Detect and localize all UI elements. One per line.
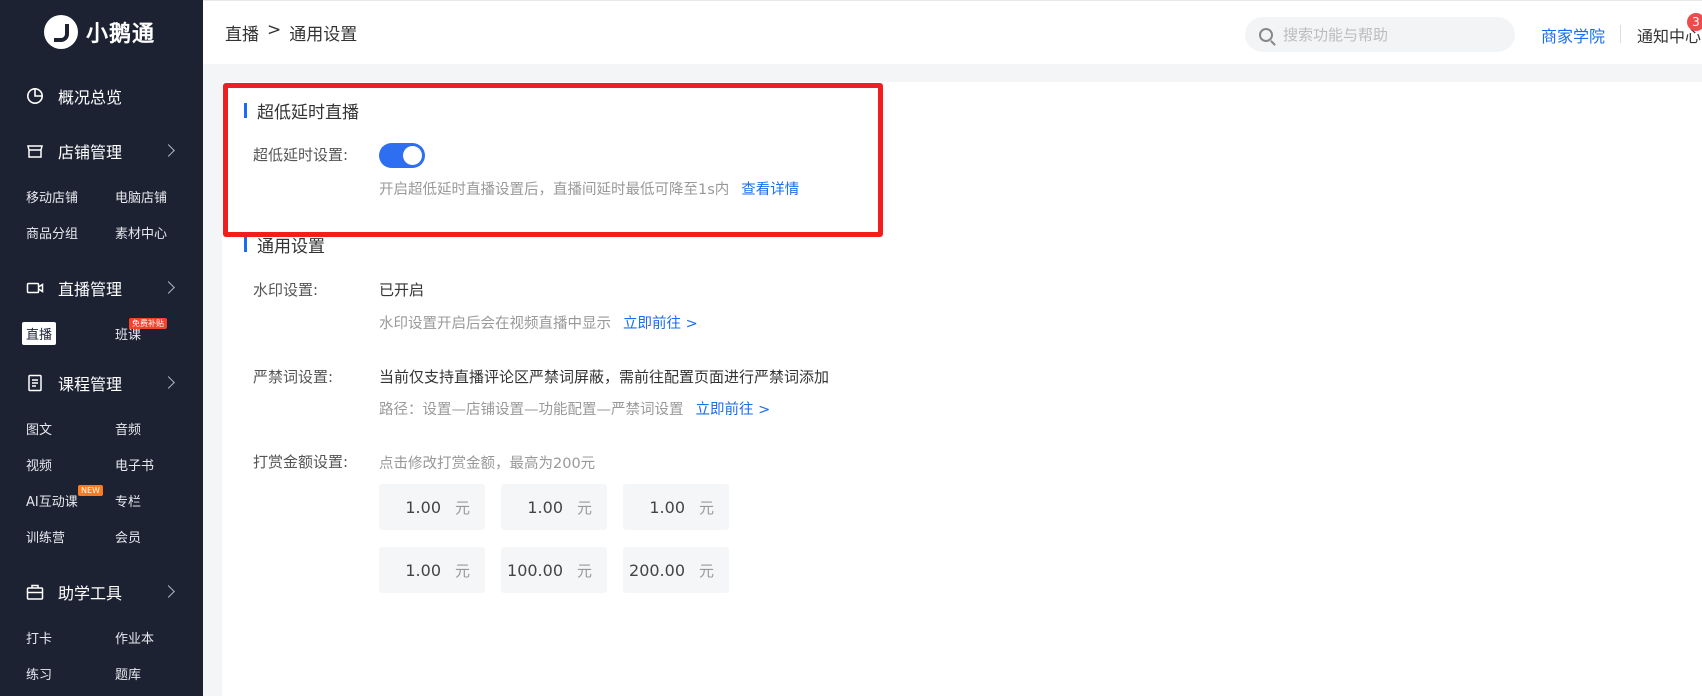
main-content: 超低延时直播 超低延时设置: 开启超低延时直播设置后，直播间延时最低可降至1s内… (222, 82, 1702, 696)
sidebar-item-material-center[interactable]: 素材中心 (115, 214, 203, 250)
pie-chart-icon (26, 87, 44, 105)
title-accent-bar (244, 103, 247, 118)
title-accent-bar (244, 237, 247, 252)
general-section-title: 通用设置 (244, 232, 325, 257)
banned-words-label: 严禁词设置: (253, 368, 334, 386)
search-icon (1259, 27, 1273, 42)
sidebar-item-camp[interactable]: 训练营 (26, 518, 115, 554)
sidebar-section-label: 课程管理 (58, 374, 123, 394)
view-details-link[interactable]: 查看详情 (741, 182, 799, 198)
breadcrumb-current: 通用设置 (289, 25, 358, 45)
logo-text: 小鹅通 (86, 22, 156, 47)
sidebar-item-practice[interactable]: 练习 (26, 655, 115, 691)
sidebar-item-question-bank[interactable]: 题库 (115, 655, 203, 691)
search-input[interactable] (1283, 25, 1493, 44)
reward-amount-hint: 点击修改打赏金额，最高为200元 (379, 456, 596, 472)
notification-count-badge: 3 (1687, 13, 1702, 31)
sidebar-item-pc-store[interactable]: 电脑店铺 (115, 178, 203, 214)
sidebar: 小鹅通 概况总览 店铺管理 移动店铺 电脑店铺 商品分组 素材中心 直播管理 直… (0, 0, 203, 696)
reward-amount-input[interactable]: 200.00 元 (623, 547, 729, 593)
low-latency-label: 超低延时设置: (253, 146, 349, 164)
sidebar-section-course[interactable]: 课程管理 (0, 355, 203, 410)
sidebar-item-certificate[interactable]: 证书 (115, 691, 203, 696)
sidebar-item-product-group[interactable]: 商品分组 (26, 214, 115, 250)
sidebar-section-tools[interactable]: 助学工具 (0, 564, 203, 619)
subsidy-badge: 免费补贴 (129, 318, 167, 329)
low-latency-section-title: 超低延时直播 (244, 98, 359, 123)
chevron-right-icon (162, 281, 175, 294)
chevron-right-icon (162, 376, 175, 389)
sidebar-item-exam[interactable]: 考试 (26, 691, 115, 696)
banned-words-go-link[interactable]: 立即前往 > (696, 402, 771, 418)
banned-words-path-hint: 路径：设置—店铺设置—功能配置—严禁词设置 立即前往 > (379, 402, 771, 418)
sidebar-section-store[interactable]: 店铺管理 (0, 123, 203, 178)
sidebar-item-live[interactable]: 直播 (22, 315, 115, 351)
live-submenu: 直播 班课 免费补贴 (0, 315, 203, 351)
breadcrumb: 直播 > 通用设置 (225, 20, 357, 45)
toolbox-icon (26, 583, 44, 601)
low-latency-toggle[interactable] (379, 143, 425, 168)
logo-icon (44, 15, 78, 49)
reward-amount-input[interactable]: 1.00 元 (379, 484, 485, 530)
breadcrumb-separator: > (267, 20, 282, 40)
sidebar-section-label: 直播管理 (58, 279, 123, 299)
sidebar-item-class[interactable]: 班课 免费补贴 (115, 315, 203, 351)
reward-amount-input[interactable]: 100.00 元 (501, 547, 607, 593)
sidebar-item-ebook[interactable]: 电子书 (115, 446, 203, 482)
low-latency-hint: 开启超低延时直播设置后，直播间延时最低可降至1s内 查看详情 (379, 182, 800, 198)
sidebar-item-column[interactable]: 专栏 (115, 482, 203, 518)
chevron-right-icon (162, 585, 175, 598)
sidebar-item-audio[interactable]: 音频 (115, 410, 203, 446)
sidebar-item-member[interactable]: 会员 (115, 518, 203, 554)
sidebar-item-ai-course[interactable]: AI互动课 NEW (26, 482, 115, 518)
sidebar-item-overview[interactable]: 概况总览 (0, 68, 203, 123)
document-icon (26, 374, 44, 392)
sidebar-item-homework[interactable]: 作业本 (115, 619, 203, 655)
reward-amount-input[interactable]: 1.00 元 (501, 484, 607, 530)
course-submenu: 图文 音频 视频 电子书 AI互动课 NEW 专栏 训练营 会员 (0, 410, 203, 554)
header-divider (1620, 25, 1621, 43)
store-icon (26, 142, 44, 160)
app-logo[interactable]: 小鹅通 (0, 0, 203, 64)
toggle-knob (403, 146, 422, 165)
store-submenu: 移动店铺 电脑店铺 商品分组 素材中心 (0, 178, 203, 250)
sidebar-section-live[interactable]: 直播管理 (0, 260, 203, 315)
sidebar-section-label: 店铺管理 (58, 142, 123, 162)
sidebar-item-mobile-store[interactable]: 移动店铺 (26, 178, 115, 214)
chevron-right-icon (162, 144, 175, 157)
sidebar-item-label: 概况总览 (58, 87, 123, 107)
sidebar-item-checkin[interactable]: 打卡 (26, 619, 115, 655)
watermark-label: 水印设置: (253, 281, 319, 299)
top-header: 直播 > 通用设置 商家学院 通知中心 3 (203, 0, 1702, 64)
breadcrumb-live[interactable]: 直播 (225, 20, 259, 45)
sidebar-item-article[interactable]: 图文 (26, 410, 115, 446)
reward-amount-input[interactable]: 1.00 元 (379, 547, 485, 593)
sidebar-section-label: 助学工具 (58, 583, 123, 603)
search-box[interactable] (1245, 17, 1515, 52)
reward-amount-input[interactable]: 1.00 元 (623, 484, 729, 530)
sidebar-item-video[interactable]: 视频 (26, 446, 115, 482)
banned-words-description: 当前仅支持直播评论区严禁词屏蔽，需前往配置页面进行严禁词添加 (379, 368, 830, 386)
reward-amount-label: 打赏金额设置: (253, 453, 349, 471)
watermark-go-link[interactable]: 立即前往 > (623, 316, 698, 332)
watermark-status: 已开启 (379, 281, 425, 299)
video-camera-icon (26, 279, 44, 297)
watermark-hint: 水印设置开启后会在视频直播中显示 立即前往 > (379, 316, 698, 332)
new-badge: NEW (78, 485, 103, 496)
tools-submenu: 打卡 作业本 练习 题库 考试 证书 (0, 619, 203, 696)
merchant-academy-link[interactable]: 商家学院 (1541, 23, 1605, 47)
